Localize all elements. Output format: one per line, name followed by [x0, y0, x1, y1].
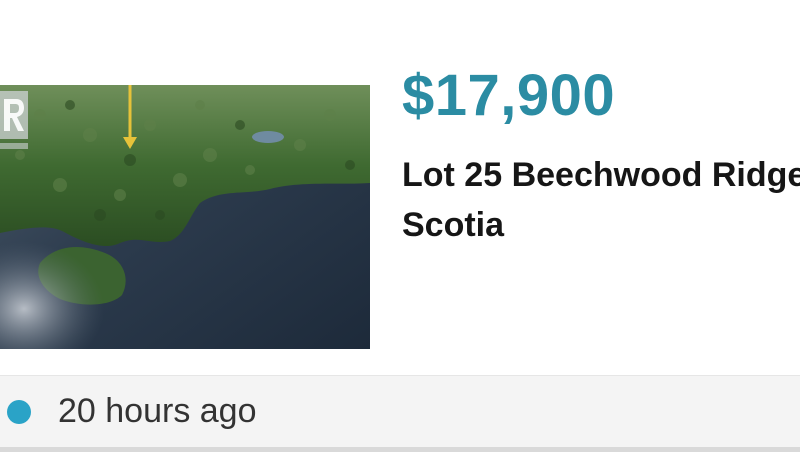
posted-time: 20 hours ago: [58, 392, 257, 430]
status-dot-icon: [7, 400, 31, 424]
listing-price: $17,900: [402, 63, 616, 128]
listing-title[interactable]: Lot 25 Beechwood Ridge Scotia: [402, 150, 800, 250]
listing-footer: 20 hours ago: [0, 375, 800, 449]
listing-card[interactable]: $17,900 Lot 25 Beechwood Ridge Scotia 20…: [0, 0, 800, 452]
listing-photo[interactable]: [0, 85, 370, 349]
divider: [0, 447, 800, 452]
listing-title-line: Scotia: [402, 206, 505, 244]
listing-title-line: Lot 25 Beechwood Ridge: [402, 156, 800, 194]
aerial-photo-graphic: [0, 85, 370, 349]
realtor-logo-icon: [0, 91, 28, 149]
